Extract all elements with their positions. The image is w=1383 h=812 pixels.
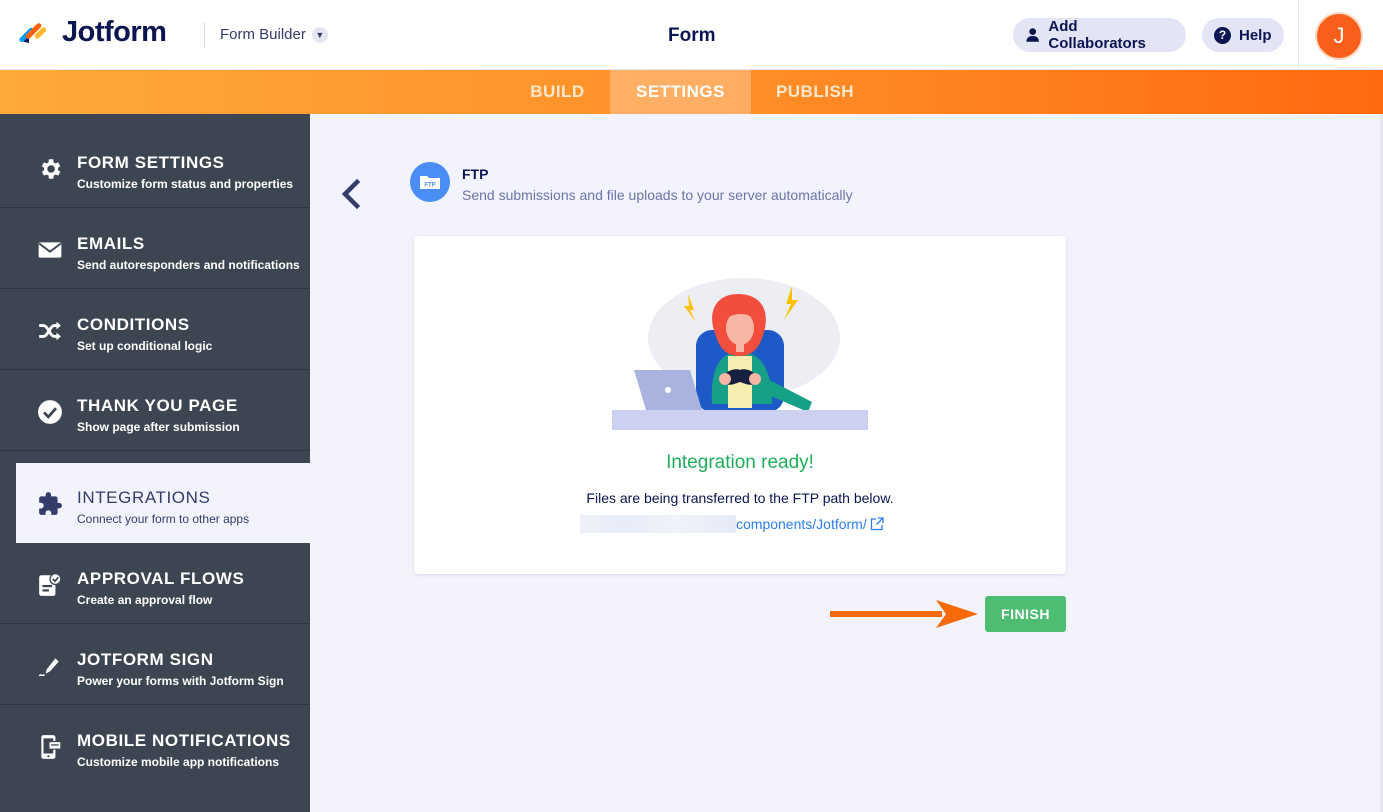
gamer-illustration: [612, 278, 868, 430]
approval-icon: [37, 572, 63, 598]
help-label: Help: [1239, 26, 1272, 44]
user-icon: [1026, 28, 1039, 42]
ftp-folder-icon: FTP: [410, 162, 450, 202]
sidebar-item-title: CONDITIONS: [77, 315, 190, 334]
integration-title: FTP: [462, 166, 489, 182]
sidebar-item-subtitle: Connect your form to other apps: [77, 512, 250, 526]
app-header: Jotform Form Builder ▼ Form Add Collabor…: [0, 0, 1383, 70]
ftp-path-link[interactable]: components/Jotform/: [580, 514, 884, 534]
sidebar-item-subtitle: Power your forms with Jotform Sign: [77, 674, 284, 688]
integration-status-card: Integration ready! Files are being trans…: [414, 236, 1066, 574]
ftp-path-text[interactable]: components/Jotform/: [736, 516, 867, 532]
sidebar-item-subtitle: Show page after submission: [77, 420, 240, 434]
form-builder-dropdown[interactable]: Form Builder ▼: [220, 26, 328, 43]
arrow-pointer-icon: [830, 600, 978, 628]
sidebar-item-mobile-notifications[interactable]: MOBILE NOTIFICATIONS Customize mobile ap…: [0, 706, 310, 786]
jotform-logo[interactable]: Jotform: [18, 16, 167, 49]
puzzle-icon: [37, 491, 63, 517]
sidebar-item-title: JOTFORM SIGN: [77, 650, 214, 669]
sidebar-item-title: APPROVAL FLOWS: [77, 569, 245, 588]
tab-settings[interactable]: SETTINGS: [610, 70, 751, 114]
sidebar-item-emails[interactable]: EMAILS Send autoresponders and notificat…: [0, 209, 310, 289]
question-icon: ?: [1214, 26, 1231, 44]
envelope-icon: [37, 237, 63, 263]
add-collaborators-button[interactable]: Add Collaborators: [1013, 18, 1186, 52]
chevron-down-icon: ▼: [311, 26, 328, 43]
svg-text:FTP: FTP: [424, 183, 435, 189]
sidebar-item-subtitle: Create an approval flow: [77, 593, 213, 607]
sidebar-item-title: EMAILS: [77, 234, 145, 253]
form-builder-label: Form Builder: [220, 26, 306, 43]
brand-name: Jotform: [62, 16, 167, 48]
back-chevron-icon[interactable]: [336, 176, 364, 212]
external-link-icon[interactable]: [870, 517, 884, 531]
sidebar-item-form-settings[interactable]: FORM SETTINGS Customize form status and …: [0, 128, 310, 208]
sidebar-item-subtitle: Customize form status and properties: [77, 177, 294, 191]
integration-description: Send submissions and file uploads to you…: [462, 187, 853, 203]
pen-icon: [37, 653, 63, 679]
sidebar-item-title: THANK YOU PAGE: [77, 396, 238, 415]
mobile-icon: [37, 734, 63, 760]
sidebar-item-conditions[interactable]: CONDITIONS Set up conditional logic: [0, 290, 310, 370]
sidebar-item-approval-flows[interactable]: APPROVAL FLOWS Create an approval flow: [0, 544, 310, 624]
integration-ready-heading: Integration ready!: [666, 452, 814, 473]
user-avatar[interactable]: J: [1315, 12, 1363, 60]
tab-build[interactable]: BUILD: [505, 70, 610, 114]
help-button[interactable]: ? Help: [1202, 18, 1284, 52]
sidebar-item-subtitle: Set up conditional logic: [77, 339, 213, 353]
gear-icon: [37, 156, 63, 182]
redacted-path-segment: [580, 515, 736, 533]
sidebar-item-title: FORM SETTINGS: [77, 153, 225, 172]
integration-ready-detail: Files are being transferred to the FTP p…: [586, 490, 894, 506]
jotform-logo-icon: [19, 22, 47, 43]
page-title[interactable]: Form: [668, 25, 716, 47]
sidebar-item-subtitle: Send autoresponders and notifications: [77, 258, 300, 272]
sidebar-item-jotform-sign[interactable]: JOTFORM SIGN Power your forms with Jotfo…: [0, 625, 310, 705]
check-circle-icon: [37, 399, 63, 425]
builder-tabs: BUILD SETTINGS PUBLISH: [0, 70, 1383, 114]
sidebar-item-integrations[interactable]: INTEGRATIONS Connect your form to other …: [16, 463, 310, 543]
sidebar-item-thank-you-page[interactable]: THANK YOU PAGE Show page after submissio…: [0, 371, 310, 451]
add-collaborators-label: Add Collaborators: [1048, 18, 1146, 52]
tab-publish[interactable]: PUBLISH: [751, 70, 879, 114]
sidebar-item-title: MOBILE NOTIFICATIONS: [77, 731, 291, 750]
finish-button[interactable]: FINISH: [985, 596, 1066, 632]
sidebar-item-subtitle: Customize mobile app notifications: [77, 755, 280, 769]
shuffle-icon: [37, 318, 63, 344]
settings-sidebar: FORM SETTINGS Customize form status and …: [0, 114, 310, 812]
sidebar-item-title: INTEGRATIONS: [77, 488, 211, 507]
header-divider: [204, 22, 205, 48]
header-divider-right: [1298, 0, 1299, 70]
